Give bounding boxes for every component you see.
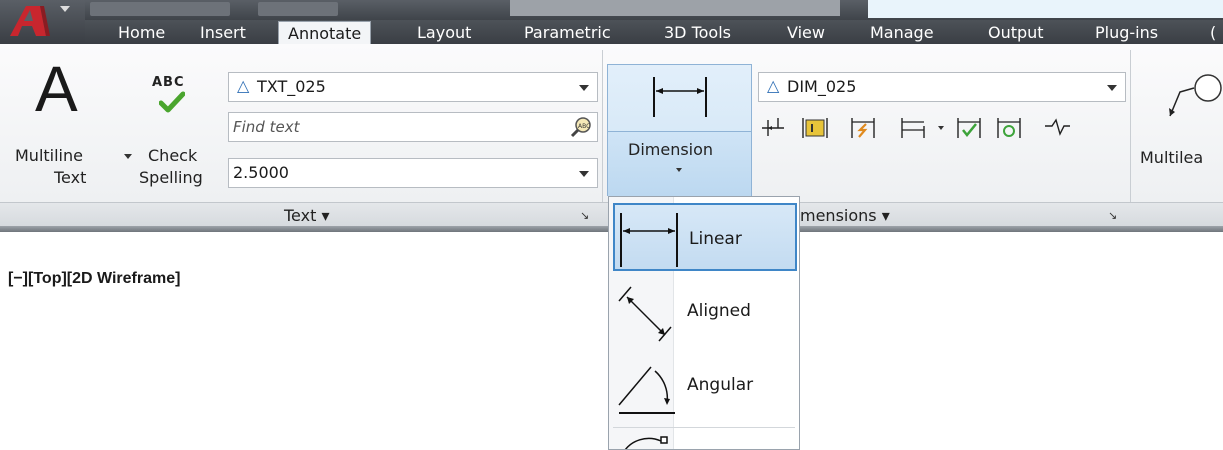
quick-dimension-icon[interactable] — [758, 114, 788, 142]
check-spelling-icon[interactable]: ABC — [152, 75, 185, 90]
multiline-text-icon[interactable]: A — [35, 57, 78, 121]
dimensions-panel-launcher-icon[interactable]: ↘ — [1108, 209, 1117, 222]
svg-text:ABC: ABC — [578, 123, 590, 130]
chevron-down-icon — [676, 168, 682, 172]
dimensions-panel-title[interactable]: mensions ▾ — [800, 206, 890, 225]
dimension-style-dropdown[interactable]: △ DIM_025 — [758, 72, 1126, 102]
dimension-button[interactable]: Dimension — [607, 64, 752, 196]
tab-3d-tools[interactable]: 3D Tools — [660, 22, 735, 44]
menu-item-label: Linear — [689, 229, 742, 249]
check-spelling-label[interactable]: Check — [148, 146, 197, 166]
menu-item-linear[interactable]: Linear — [613, 203, 797, 271]
tab-annotate[interactable]: Annotate — [278, 21, 372, 46]
multiline-text-label-2[interactable]: Text — [54, 168, 86, 188]
dimension-label: Dimension — [628, 140, 714, 159]
tab-plug-ins[interactable]: Plug-ins — [1091, 22, 1162, 44]
dimension-break-icon[interactable] — [848, 114, 878, 142]
check-spelling-label-2[interactable]: Spelling — [139, 168, 203, 188]
title-bar — [0, 0, 1223, 20]
text-height-value: 2.5000 — [233, 163, 289, 182]
info-center-area — [868, 0, 1223, 18]
linear-dimension-icon — [620, 213, 678, 267]
multileader-icon[interactable] — [1164, 72, 1223, 120]
quick-access-toolbar[interactable] — [90, 2, 230, 16]
text-panel-title[interactable]: Text ▾ — [284, 206, 329, 225]
chevron-down-icon[interactable] — [938, 126, 944, 130]
find-text-placeholder: Find text — [233, 118, 300, 136]
menu-item-angular[interactable]: Angular — [613, 351, 797, 419]
update-dimension-icon[interactable] — [994, 114, 1024, 142]
chevron-down-icon — [1107, 85, 1117, 91]
annotative-icon: △ — [237, 76, 250, 95]
text-style-dropdown[interactable]: △ TXT_025 — [228, 72, 598, 102]
panel-separator — [1130, 50, 1131, 226]
dimension-dropdown-menu: Linear Aligned Angular — [608, 196, 800, 450]
find-replace-icon[interactable]: ABC — [569, 116, 593, 138]
workspace-selector[interactable] — [258, 2, 338, 16]
chevron-down-icon — [579, 171, 589, 177]
tab-overflow[interactable]: ( — [1206, 22, 1220, 44]
tab-layout[interactable]: Layout — [413, 22, 475, 44]
angular-dimension-icon — [618, 366, 675, 414]
multileader-label[interactable]: Multilea — [1140, 148, 1203, 168]
linear-dimension-icon — [653, 77, 707, 117]
aligned-dimension-icon — [618, 286, 672, 342]
app-menu-chevron-icon — [60, 6, 70, 12]
chevron-down-icon — [579, 85, 589, 91]
multiline-dropdown-arrow-icon[interactable] — [124, 154, 132, 159]
application-menu-button[interactable] — [0, 0, 85, 42]
tab-home[interactable]: Home — [114, 22, 169, 44]
title-search-area — [510, 0, 840, 16]
dimension-dropdown-area[interactable]: Dimension — [608, 131, 751, 196]
panel-separator — [602, 50, 603, 226]
tab-insert[interactable]: Insert — [196, 22, 250, 44]
text-style-value: TXT_025 — [257, 77, 326, 96]
continue-dimension-icon[interactable] — [800, 114, 830, 142]
menu-item-aligned[interactable]: Aligned — [613, 277, 797, 345]
find-text-input[interactable]: Find text ABC — [228, 112, 598, 142]
menu-item-label: Aligned — [687, 301, 751, 321]
menu-separator — [613, 427, 795, 428]
multiline-text-label[interactable]: Multiline — [15, 146, 83, 166]
tab-view[interactable]: View — [783, 22, 829, 44]
viewport-controls-label[interactable]: [−][Top][2D Wireframe] — [8, 270, 180, 288]
annotative-icon: △ — [767, 76, 780, 95]
text-panel-launcher-icon[interactable]: ↘ — [580, 209, 589, 222]
menu-item-label: Angular — [687, 375, 754, 395]
adjust-space-icon[interactable] — [898, 114, 928, 142]
tab-output[interactable]: Output — [984, 22, 1048, 44]
tab-manage[interactable]: Manage — [866, 22, 938, 44]
arc-length-icon[interactable] — [617, 433, 677, 450]
text-height-dropdown[interactable]: 2.5000 — [228, 158, 598, 188]
ribbon-tab-bar: Home Insert Annotate Layout Parametric 3… — [0, 20, 1223, 46]
inspect-dimension-icon[interactable] — [954, 114, 984, 142]
autocad-logo-icon — [10, 6, 50, 36]
dimension-style-value: DIM_025 — [787, 77, 857, 96]
checkmark-icon — [159, 91, 185, 113]
jog-line-icon[interactable] — [1042, 114, 1072, 142]
tab-parametric[interactable]: Parametric — [520, 22, 615, 44]
